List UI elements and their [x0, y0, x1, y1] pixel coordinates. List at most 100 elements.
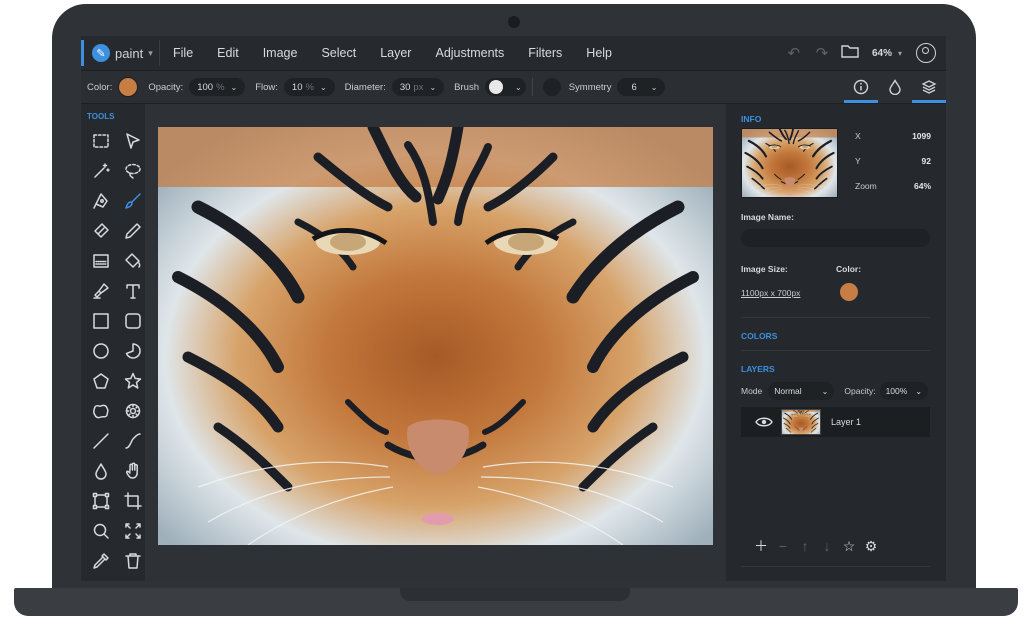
menu-file[interactable]: File: [161, 46, 205, 60]
divider: [741, 350, 930, 351]
circle-tool[interactable]: [85, 336, 117, 366]
rectangle-icon: [93, 313, 109, 329]
eye-visibility-icon[interactable]: [755, 416, 773, 428]
chevron-down-icon[interactable]: ▾: [898, 49, 902, 58]
symmetry-toggle[interactable]: [542, 78, 561, 96]
pie-icon: [125, 343, 141, 359]
clone-stamp-icon: [93, 283, 109, 299]
pentagon-tool[interactable]: [85, 366, 117, 396]
menu-adjustments[interactable]: Adjustments: [423, 46, 516, 60]
zoom-tool[interactable]: [85, 516, 117, 546]
layer-effects-star-icon[interactable]: ☆: [838, 538, 860, 555]
app-screen: ✎ paint ▾ File Edit Image Select Layer A…: [81, 36, 946, 581]
lasso-icon: [125, 163, 141, 179]
color-label: Color:: [87, 81, 113, 93]
tool-grid: [85, 126, 149, 576]
chevron-down-icon: ▾: [148, 47, 153, 58]
rectangle-tool[interactable]: [85, 306, 117, 336]
image-size-link[interactable]: 1100px x 700px: [741, 288, 800, 298]
layer-opacity-select[interactable]: 100% ⌄: [879, 382, 929, 400]
folder-icon[interactable]: [836, 44, 864, 62]
gear-shape-icon: [125, 403, 141, 419]
colors-section-title[interactable]: COLORS: [741, 331, 777, 341]
fill-bucket-icon: [125, 253, 141, 268]
menu-layer[interactable]: Layer: [368, 46, 423, 60]
gradient-tool[interactable]: [85, 246, 117, 276]
move-layer-down-icon[interactable]: ↓: [816, 538, 838, 554]
current-color-swatch[interactable]: [840, 283, 858, 301]
eraser-tool[interactable]: [85, 216, 117, 246]
blur-tool[interactable]: [85, 456, 117, 486]
diameter-select[interactable]: 30 px ⌄: [391, 78, 445, 96]
menu-edit[interactable]: Edit: [205, 46, 251, 60]
add-layer-icon[interactable]: ＋: [750, 536, 772, 556]
menu-bar: ✎ paint ▾ File Edit Image Select Layer A…: [81, 36, 946, 71]
line-tool[interactable]: [85, 426, 117, 456]
chevron-down-icon: ⌄: [515, 82, 522, 92]
paint-brush-logo-icon: ✎: [92, 44, 110, 62]
menu-image[interactable]: Image: [251, 46, 310, 60]
tab-colors[interactable]: [878, 71, 912, 103]
pen-tool[interactable]: [85, 186, 117, 216]
flow-label: Flow:: [255, 81, 278, 93]
undo-icon[interactable]: ↶: [780, 44, 808, 62]
drop-icon: [889, 79, 901, 95]
move-layer-up-icon[interactable]: ↑: [794, 538, 816, 554]
remove-layer-icon[interactable]: −: [772, 538, 794, 554]
pencil-icon: [125, 223, 141, 239]
menu-select[interactable]: Select: [309, 46, 368, 60]
zoom-level[interactable]: 64%: [872, 48, 892, 59]
chevron-down-icon: ⌄: [650, 82, 658, 92]
symmetry-select[interactable]: 6 ⌄: [617, 78, 666, 96]
color-label: Color:: [836, 264, 862, 274]
flow-unit: %: [305, 81, 314, 93]
brush-label: Brush: [454, 81, 479, 93]
panel-tabs: [844, 71, 946, 103]
circle-icon: [93, 343, 109, 359]
opacity-select[interactable]: 100 % ⌄: [189, 78, 246, 96]
clone-tool[interactable]: [85, 276, 117, 306]
eyedropper-tool[interactable]: [85, 546, 117, 576]
brush-select[interactable]: ⌄: [485, 78, 526, 96]
x-label: X: [855, 131, 861, 141]
mode-label: Mode: [741, 386, 763, 396]
chevron-down-icon: ⌄: [821, 386, 829, 396]
image-canvas[interactable]: [158, 127, 713, 545]
zoom-icon: [93, 523, 109, 539]
blend-mode-select[interactable]: Normal ⌄: [768, 382, 835, 400]
tools-title: TOOLS: [87, 112, 115, 121]
layer-item[interactable]: Layer 1: [741, 407, 930, 437]
tab-layers[interactable]: [912, 71, 946, 103]
menu-filters[interactable]: Filters: [516, 46, 574, 60]
app-logo-menu[interactable]: ✎ paint ▾: [81, 40, 160, 66]
tab-info[interactable]: [844, 71, 878, 103]
crop-icon: [124, 492, 142, 510]
divider: [741, 566, 930, 567]
transform-icon: [92, 492, 110, 510]
layer-thumbnail: [781, 409, 821, 435]
layer-settings-gear-icon[interactable]: ⚙: [860, 538, 882, 555]
menu-help[interactable]: Help: [574, 46, 624, 60]
magic-wand-tool[interactable]: [85, 156, 117, 186]
user-account-icon[interactable]: [916, 43, 936, 63]
color-swatch[interactable]: [118, 77, 139, 97]
x-value: 1099: [912, 131, 931, 141]
canvas-workspace: [145, 104, 725, 581]
blur-drop-icon: [95, 463, 107, 480]
chevron-down-icon: ⌄: [319, 82, 327, 92]
image-name-label: Image Name:: [741, 212, 794, 222]
transform-tool[interactable]: [85, 486, 117, 516]
layers-section-title[interactable]: LAYERS: [741, 364, 775, 374]
redo-icon[interactable]: ↷: [808, 44, 836, 62]
info-y-row: Y 92: [855, 156, 931, 166]
pen-icon: [93, 193, 108, 209]
y-label: Y: [855, 156, 861, 166]
info-zoom-row: Zoom 64%: [855, 181, 931, 191]
options-divider: [531, 78, 533, 96]
brush-icon: [125, 193, 141, 209]
flow-select[interactable]: 10 % ⌄: [283, 78, 335, 96]
rect-select-tool[interactable]: [85, 126, 117, 156]
symmetry-label: Symmetry: [568, 81, 612, 93]
image-name-input[interactable]: [741, 229, 930, 247]
cloud-shape-tool[interactable]: [85, 396, 117, 426]
